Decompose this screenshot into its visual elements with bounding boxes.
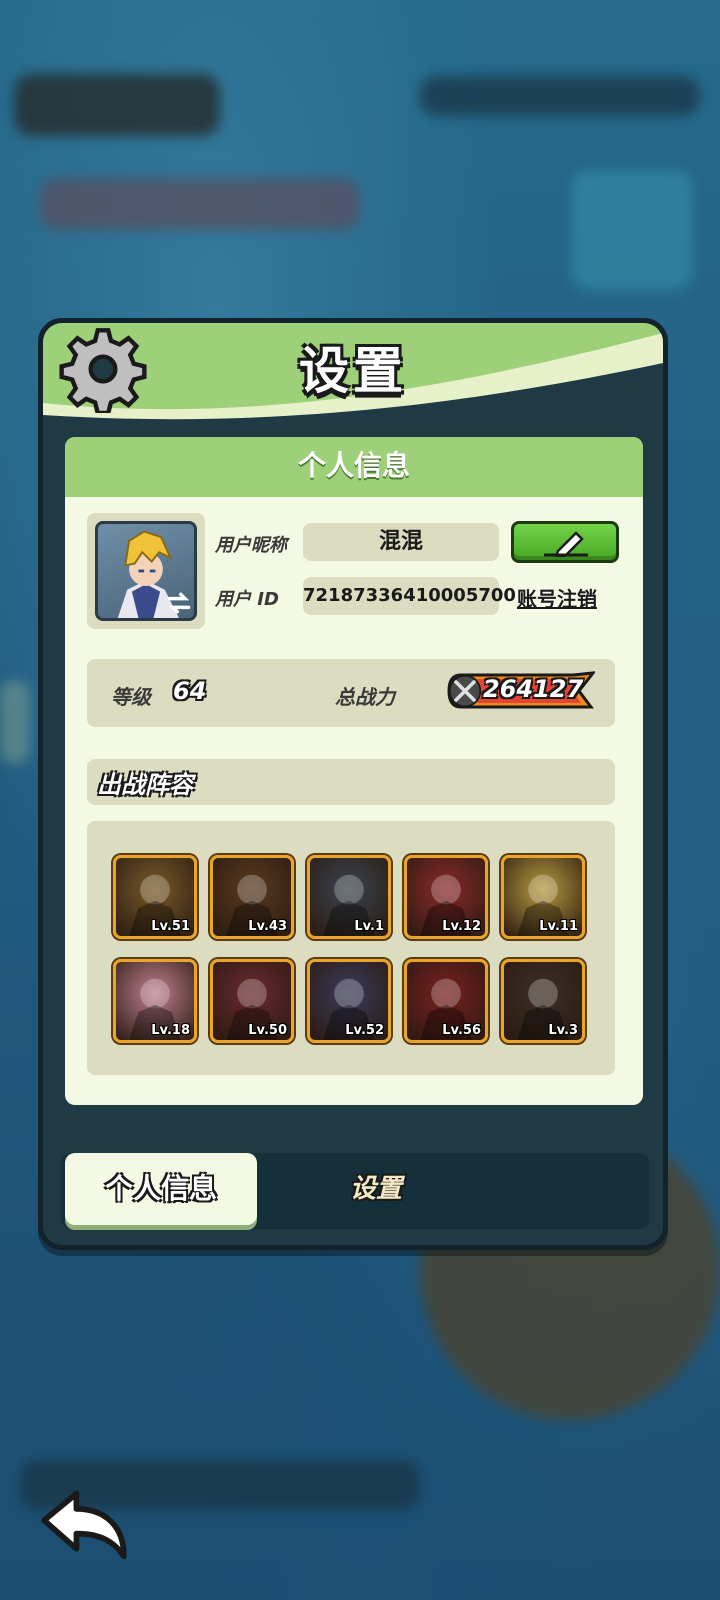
lineup-header: 出战阵容 [87, 759, 615, 805]
hero-level: Lv.52 [345, 1023, 384, 1038]
settings-modal: 设置 个人信息 用户昵称 混混 用户 ID 72187336410005700 … [38, 318, 668, 1250]
avatar[interactable] [95, 521, 197, 621]
hero-level: Lv.11 [539, 919, 578, 934]
power-badge: 264127 [445, 671, 595, 711]
cancel-account-link[interactable]: 账号注销 [517, 583, 597, 612]
hero-card[interactable]: Lv.50 [210, 959, 294, 1043]
hero-card[interactable]: Lv.43 [210, 855, 294, 939]
hero-level: Lv.18 [151, 1023, 190, 1038]
hero-card[interactable]: Lv.3 [501, 959, 585, 1043]
modal-title: 设置 [299, 342, 407, 400]
modal-header: 设置 [43, 323, 663, 423]
hero-card[interactable]: Lv.18 [113, 959, 197, 1043]
power-label: 总战力 [335, 685, 395, 709]
hero-card[interactable]: Lv.12 [404, 855, 488, 939]
pencil-icon [544, 531, 588, 557]
profile-section-title: 个人信息 [65, 437, 643, 497]
avatar-frame[interactable] [87, 513, 205, 629]
level-label: 等级 [111, 685, 151, 709]
edit-nickname-button[interactable] [511, 521, 619, 563]
profile-panel: 个人信息 用户昵称 混混 用户 ID 72187336410005700 账号注… [65, 437, 643, 1105]
lineup-title: 出战阵容 [97, 771, 193, 799]
nickname-label: 用户昵称 [215, 535, 287, 556]
tab-settings[interactable]: 设置 [301, 1153, 451, 1225]
hero-level: Lv.56 [442, 1023, 481, 1038]
hero-card[interactable]: Lv.11 [501, 855, 585, 939]
hero-card[interactable]: Lv.52 [307, 959, 391, 1043]
level-value: 64 [173, 677, 207, 705]
hero-level: Lv.12 [442, 919, 481, 934]
hero-level: Lv.50 [248, 1023, 287, 1038]
user-id-label: 用户 ID [215, 589, 279, 610]
hero-level: Lv.51 [151, 919, 190, 934]
tab-bar: 个人信息 设置 [61, 1153, 649, 1229]
crossed-swords-icon [448, 674, 482, 708]
nickname-value: 混混 [303, 523, 499, 561]
hero-level: Lv.3 [548, 1023, 578, 1038]
swap-arrows-icon[interactable] [166, 590, 192, 616]
user-id-value: 72187336410005700 [303, 577, 516, 615]
lineup-grid: Lv.51 Lv.43 Lv.1 Lv.12 Lv.11 Lv.18 Lv.50 Lv.52 L… [87, 821, 615, 1075]
tab-personal-info[interactable]: 个人信息 [65, 1153, 257, 1225]
back-arrow-icon[interactable] [36, 1488, 132, 1564]
hero-card[interactable]: Lv.56 [404, 959, 488, 1043]
stats-bar: 等级 64 总战力 264127 [87, 659, 615, 727]
power-value: 264127 [483, 675, 584, 703]
hero-card[interactable]: Lv.51 [113, 855, 197, 939]
hero-card[interactable]: Lv.1 [307, 855, 391, 939]
hero-level: Lv.1 [354, 919, 384, 934]
hero-level: Lv.43 [248, 919, 287, 934]
